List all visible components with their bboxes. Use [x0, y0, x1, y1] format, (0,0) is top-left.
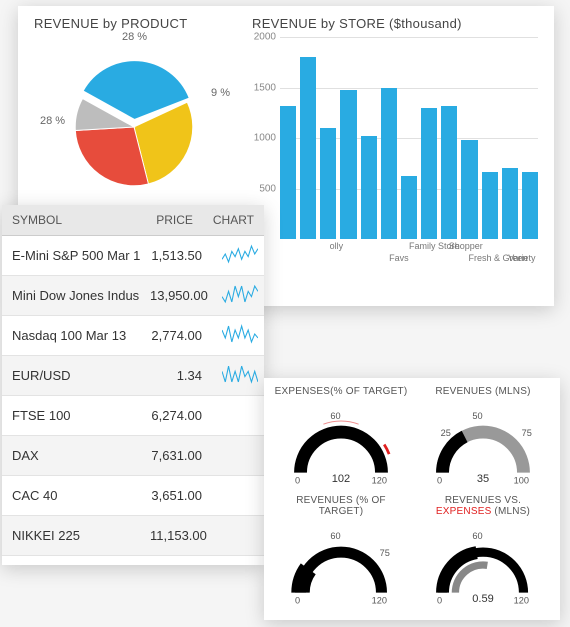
sparkline-icon [222, 323, 258, 345]
table-row[interactable]: CAC 403,651.00 [2, 476, 264, 516]
svg-text:60: 60 [472, 531, 482, 541]
pie-slice-label: 28 % [122, 31, 147, 43]
bar [401, 176, 417, 239]
pie-slice-label: 28 % [40, 115, 65, 127]
bar [522, 172, 538, 239]
svg-text:100: 100 [514, 476, 529, 486]
bar [361, 136, 377, 239]
sparkline-icon [222, 243, 258, 265]
th-price: PRICE [134, 205, 203, 235]
cell-price: 1,513.50 [140, 248, 212, 263]
cell-spark [212, 323, 264, 348]
cell-symbol: NIKKEI 225 [2, 528, 140, 543]
svg-text:120: 120 [372, 476, 387, 486]
svg-text:102: 102 [332, 473, 350, 485]
svg-text:50: 50 [472, 411, 482, 421]
cell-spark [212, 283, 264, 308]
table-row[interactable]: FTSE 1006,274.00 [2, 396, 264, 436]
th-symbol: SYMBOL [2, 205, 134, 235]
gauge-title: REVENUES VS. EXPENSES (MLNS) [416, 495, 550, 517]
cell-price: 11,153.00 [140, 528, 212, 543]
cell-price: 6,274.00 [140, 408, 212, 423]
table-row[interactable]: E-Mini S&P 500 Mar 131,513.50 [2, 236, 264, 276]
symbols-table: SYMBOL PRICE CHART E-Mini S&P 500 Mar 13… [2, 205, 264, 565]
cell-symbol: FTSE 100 [2, 408, 140, 423]
bar [421, 108, 437, 239]
svg-text:75: 75 [522, 428, 532, 438]
bar [280, 106, 296, 239]
cell-spark [212, 363, 264, 388]
gauge-title: REVENUES (MLNS) [416, 386, 550, 397]
bar [461, 140, 477, 239]
gauge-revenues-pct: REVENUES (% OF TARGET) 0 60 120 75 [274, 495, 408, 611]
bar-category-label: Shopper [449, 241, 483, 251]
pie-title: REVENUE by PRODUCT [34, 16, 234, 31]
svg-text:120: 120 [372, 596, 387, 606]
bar-category-label: Variety [508, 253, 535, 263]
cell-spark [212, 243, 264, 268]
table-header: SYMBOL PRICE CHART [2, 205, 264, 236]
sparkline-icon [222, 363, 258, 385]
cell-symbol: CAC 40 [2, 488, 140, 503]
cell-price: 1.34 [140, 368, 212, 383]
gauge-revenues-mlns: REVENUES (MLNS) 0 50 100 75 25 35 [416, 386, 550, 491]
cell-price: 13,950.00 [140, 288, 212, 303]
svg-text:75: 75 [380, 548, 390, 558]
cell-symbol: Mini Dow Jones Indus. [2, 288, 140, 303]
bar-title: REVENUE by STORE ($thousand) [252, 16, 538, 31]
bar [502, 168, 518, 239]
cell-price: 3,651.00 [140, 488, 212, 503]
gauges-panel: EXPENSES(% OF TARGET) 0 60 120 102 REVENUES… [264, 378, 560, 620]
bar [441, 106, 457, 239]
bar [320, 128, 336, 239]
bar-category-label: Favs [389, 253, 409, 263]
pie-slice-label: 9 % [211, 87, 230, 99]
table-row[interactable]: Nasdaq 100 Mar 132,774.00 [2, 316, 264, 356]
svg-text:25: 25 [441, 428, 451, 438]
bar [340, 90, 356, 239]
svg-text:0: 0 [295, 596, 300, 606]
sparkline-icon [222, 283, 258, 305]
cell-symbol: Nasdaq 100 Mar 13 [2, 328, 140, 343]
svg-text:60: 60 [330, 531, 340, 541]
svg-text:120: 120 [514, 596, 529, 606]
svg-text:60: 60 [330, 411, 340, 421]
cell-symbol: E-Mini S&P 500 Mar 13 [2, 248, 140, 263]
table-row[interactable]: DAX7,631.00 [2, 436, 264, 476]
svg-text:0.59: 0.59 [472, 593, 493, 605]
cell-price: 2,774.00 [140, 328, 212, 343]
bar [300, 57, 316, 239]
svg-text:0: 0 [437, 476, 442, 486]
svg-text:0: 0 [437, 596, 442, 606]
bar-category-label: olly [330, 241, 344, 251]
th-chart: CHART [203, 205, 264, 235]
gauge-title: EXPENSES(% OF TARGET) [274, 386, 408, 397]
svg-text:0: 0 [295, 476, 300, 486]
table-row[interactable]: Mini Dow Jones Indus.13,950.00 [2, 276, 264, 316]
bar [381, 88, 397, 240]
bar-chart: REVENUE by STORE ($thousand) 50010001500… [252, 16, 538, 267]
svg-text:35: 35 [477, 473, 489, 485]
table-row[interactable]: EUR/USD1.34 [2, 356, 264, 396]
gauge-rev-vs-exp: REVENUES VS. EXPENSES (MLNS) 0 60 120 0.59 [416, 495, 550, 611]
gauge-expenses-pct: EXPENSES(% OF TARGET) 0 60 120 102 [274, 386, 408, 491]
cell-price: 7,631.00 [140, 448, 212, 463]
gauge-title: REVENUES (% OF TARGET) [274, 495, 408, 517]
bar [482, 172, 498, 239]
cell-symbol: EUR/USD [2, 368, 140, 383]
table-row[interactable]: NIKKEI 22511,153.00 [2, 516, 264, 556]
cell-symbol: DAX [2, 448, 140, 463]
